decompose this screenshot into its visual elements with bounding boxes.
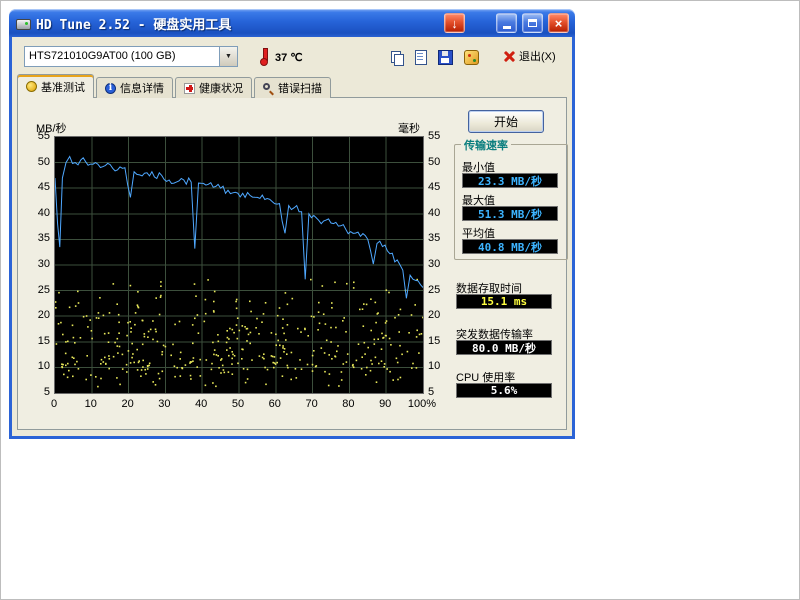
minimize-icon <box>503 26 511 29</box>
health-cross-icon <box>184 83 195 94</box>
y-axis-tick-label-right: 45 <box>428 181 440 193</box>
x-axis-tick-label: 40 <box>181 398 221 410</box>
app-icon <box>15 15 31 31</box>
x-axis-tick-label: 70 <box>292 398 332 410</box>
close-icon: × <box>555 17 563 30</box>
y-axis-tick-label-left: 10 <box>22 360 50 372</box>
avg-value: 40.8 MB/秒 <box>462 239 558 254</box>
y-axis-tick-label-left: 55 <box>22 130 50 142</box>
exit-button[interactable]: 退出(X) <box>504 46 556 66</box>
x-axis-tick-label: 0 <box>34 398 74 410</box>
tab-error-scan[interactable]: 错误扫描 <box>254 77 331 98</box>
access-time-value: 15.1 ms <box>456 294 552 309</box>
window-title: HD Tune 2.52 - 硬盘实用工具 <box>36 14 439 33</box>
download-button[interactable]: ↓ <box>444 13 465 33</box>
drive-select-value: HTS721010G9AT00 (100 GB) <box>25 47 219 66</box>
y-axis-tick-label-right: 55 <box>428 130 440 142</box>
benchmark-chart <box>54 136 424 394</box>
save-screenshot-button[interactable] <box>434 46 456 68</box>
magnifier-icon <box>263 83 274 94</box>
x-axis-tick-label: 50 <box>218 398 258 410</box>
start-button[interactable]: 开始 <box>468 110 544 133</box>
tab-info-label: 信息详情 <box>120 80 164 96</box>
copy-text-button[interactable] <box>410 46 432 68</box>
x-axis-tick-label: 80 <box>328 398 368 410</box>
close-button[interactable]: × <box>548 13 569 33</box>
y-axis-tick-label-right: 50 <box>428 156 440 168</box>
page-icon <box>415 50 427 65</box>
y-axis-tick-label-left: 30 <box>22 258 50 270</box>
hd-tune-window: HD Tune 2.52 - 硬盘实用工具 ↓ × HTS721010G9AT0… <box>9 9 575 439</box>
transfer-rate-legend: 传输速率 <box>461 137 511 153</box>
tab-info[interactable]: 信息详情 <box>96 77 173 98</box>
screen-background: HD Tune 2.52 - 硬盘实用工具 ↓ × HTS721010G9AT0… <box>0 0 800 600</box>
options-icon <box>464 50 479 65</box>
y-axis-tick-label-right: 5 <box>428 386 434 398</box>
y-axis-tick-label-right: 15 <box>428 335 440 347</box>
tab-benchmark-label: 基准测试 <box>41 79 85 95</box>
temperature-value: 37 ℃ <box>275 51 303 64</box>
toolbar: HTS721010G9AT00 (100 GB) ▼ 37 ℃ 退出(X) <box>12 37 572 75</box>
y-axis-tick-label-left: 45 <box>22 181 50 193</box>
info-icon <box>105 83 116 94</box>
y-axis-tick-label-left: 15 <box>22 335 50 347</box>
y-axis-tick-label-right: 20 <box>428 309 440 321</box>
exit-label: 退出(X) <box>519 48 556 64</box>
y-axis-tick-label-right: 25 <box>428 284 440 296</box>
tabstrip: 基准测试 信息详情 健康状况 错误扫描 <box>17 75 331 98</box>
titlebar[interactable]: HD Tune 2.52 - 硬盘实用工具 ↓ × <box>9 9 575 37</box>
transfer-rate-groupbox: 传输速率 最小值 23.3 MB/秒 最大值 51.3 MB/秒 平均值 40.… <box>454 144 568 260</box>
y-axis-tick-label-left: 40 <box>22 207 50 219</box>
tab-health-label: 健康状况 <box>199 80 243 96</box>
min-value: 23.3 MB/秒 <box>462 173 558 188</box>
copy-icon <box>391 51 403 64</box>
thermometer-icon <box>260 48 269 65</box>
x-axis-tick-label: 10 <box>71 398 111 410</box>
x-axis-tick-label: 90 <box>365 398 405 410</box>
y-axis-tick-label-right: 30 <box>428 258 440 270</box>
y-axis-tick-label-left: 35 <box>22 232 50 244</box>
y-axis-tick-label-left: 50 <box>22 156 50 168</box>
x-axis-tick-label: 100% <box>402 398 442 410</box>
x-axis-tick-label: 30 <box>144 398 184 410</box>
x-axis-tick-label: 20 <box>108 398 148 410</box>
window-body: HTS721010G9AT00 (100 GB) ▼ 37 ℃ 退出(X) <box>9 37 575 439</box>
maximize-icon <box>528 19 537 27</box>
exit-x-icon <box>504 51 515 62</box>
y-axis-tick-label-left: 5 <box>22 386 50 398</box>
y-axis-tick-label-right: 35 <box>428 232 440 244</box>
download-arrow-icon: ↓ <box>451 17 458 30</box>
tab-benchmark[interactable]: 基准测试 <box>17 74 94 98</box>
cpu-usage-value: 5.6% <box>456 383 552 398</box>
floppy-disk-icon <box>438 50 453 65</box>
maximize-button[interactable] <box>522 13 543 33</box>
max-value: 51.3 MB/秒 <box>462 206 558 221</box>
y-axis-tick-label-left: 25 <box>22 284 50 296</box>
right-axis-caption: 毫秒 <box>398 120 420 136</box>
minimize-button[interactable] <box>496 13 517 33</box>
y-axis-tick-label-right: 10 <box>428 360 440 372</box>
gauge-icon <box>26 81 37 92</box>
burst-rate-value: 80.0 MB/秒 <box>456 340 552 355</box>
x-axis-tick-label: 60 <box>255 398 295 410</box>
chevron-down-icon[interactable]: ▼ <box>219 47 237 66</box>
copy-screenshot-button[interactable] <box>386 46 408 68</box>
tab-health[interactable]: 健康状况 <box>175 77 252 98</box>
tab-error-scan-label: 错误扫描 <box>278 80 322 96</box>
drive-select-combobox[interactable]: HTS721010G9AT00 (100 GB) ▼ <box>24 46 238 67</box>
y-axis-tick-label-left: 20 <box>22 309 50 321</box>
y-axis-tick-label-right: 40 <box>428 207 440 219</box>
benchmark-panel: 开始 MB/秒 毫秒 55555050454540403535303025252… <box>17 97 567 430</box>
options-button[interactable] <box>460 46 482 68</box>
